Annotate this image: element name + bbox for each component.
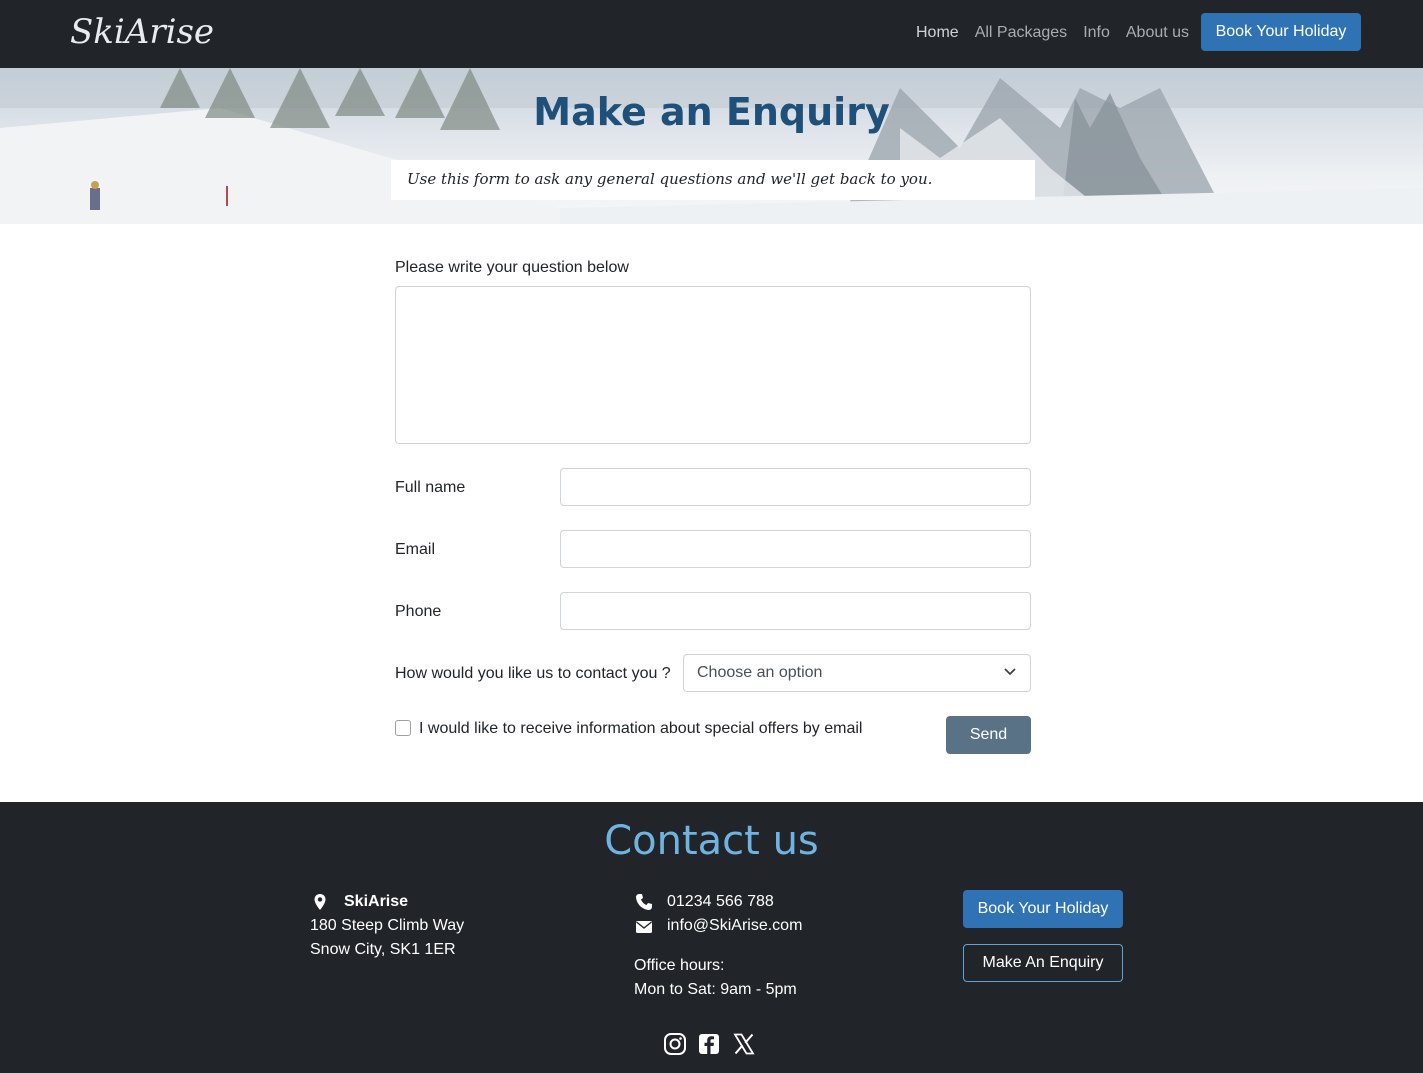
book-holiday-button[interactable]: Book Your Holiday <box>1201 13 1361 51</box>
offers-label: I would like to receive information abou… <box>419 720 863 737</box>
footer-email[interactable]: info@SkiArise.com <box>667 917 802 935</box>
footer: Contact us SkiArise 180 Steep Climb Way … <box>0 802 1423 1073</box>
address-line1: 180 Steep Climb Way <box>310 917 465 934</box>
fullname-input[interactable] <box>560 468 1031 506</box>
contact-method-select[interactable]: Choose an option <box>683 654 1031 692</box>
contact-method-label: How would you like us to contact you ? <box>395 665 671 682</box>
chevron-down-icon <box>1004 668 1016 676</box>
footer-book-holiday-button[interactable]: Book Your Holiday <box>963 890 1123 928</box>
nav-link-all-packages[interactable]: All Packages <box>975 24 1068 42</box>
hero-banner: Make an Enquiry Use this form to ask any… <box>0 68 1423 224</box>
phone-label: Phone <box>395 603 442 620</box>
office-hours-label: Office hours: <box>634 957 725 974</box>
page-title: Make an Enquiry <box>533 90 890 134</box>
email-label: Email <box>395 541 436 558</box>
send-button[interactable]: Send <box>946 716 1031 754</box>
navbar: SkiArise Home All Packages Info About us… <box>0 0 1423 68</box>
office-hours-value: Mon to Sat: 9am - 5pm <box>634 981 797 998</box>
footer-phone[interactable]: 01234 566 788 <box>667 893 774 911</box>
phone-icon <box>636 894 652 910</box>
nav-link-about-us[interactable]: About us <box>1126 24 1189 42</box>
company-name: SkiArise <box>344 893 409 910</box>
fullname-label: Full name <box>395 479 466 496</box>
facebook-icon[interactable] <box>697 1032 721 1056</box>
offers-checkbox[interactable] <box>395 720 411 736</box>
logo[interactable]: SkiArise <box>70 12 214 52</box>
email-input[interactable] <box>560 530 1031 568</box>
x-icon[interactable] <box>732 1032 756 1056</box>
envelope-icon <box>636 921 652 933</box>
phone-input[interactable] <box>560 592 1031 630</box>
page-subtitle: Use this form to ask any general questio… <box>391 160 1035 200</box>
nav-link-home[interactable]: Home <box>916 24 959 42</box>
footer-make-enquiry-button[interactable]: Make An Enquiry <box>963 944 1123 982</box>
location-pin-icon <box>314 894 326 910</box>
question-label: Please write your question below <box>395 259 629 276</box>
footer-title: Contact us <box>604 818 819 864</box>
contact-method-value: Choose an option <box>697 664 823 681</box>
question-textarea[interactable] <box>395 286 1031 444</box>
nav-links: Home All Packages Info About us <box>916 24 1205 42</box>
instagram-icon[interactable] <box>663 1032 687 1056</box>
address-line2: Snow City, SK1 1ER <box>310 941 456 958</box>
nav-link-info[interactable]: Info <box>1083 24 1110 42</box>
